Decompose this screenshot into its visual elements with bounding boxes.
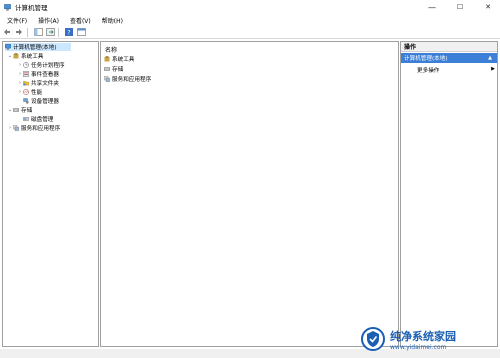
menu-view[interactable]: 查看(V) bbox=[70, 16, 91, 25]
tree-item-label: 性能 bbox=[31, 90, 43, 96]
toolbar-separator bbox=[58, 27, 59, 37]
collapse-up-icon[interactable]: ▲ bbox=[488, 55, 492, 61]
services-icon bbox=[104, 76, 110, 82]
tree-item-storage[interactable]: ⌄ 存储 bbox=[7, 106, 32, 114]
tree-item-label: 任务计划程序 bbox=[31, 63, 65, 69]
tree-item-label: 设备管理器 bbox=[31, 99, 59, 105]
forward-button[interactable] bbox=[14, 27, 24, 37]
actions-header: 操作 bbox=[401, 42, 497, 52]
tree-item-root[interactable]: 计算机管理(本地) bbox=[5, 43, 71, 51]
shared-folder-icon bbox=[23, 81, 29, 86]
console-tree-icon bbox=[33, 28, 43, 36]
tree-item-system-tools[interactable]: ⌄ 系统工具 bbox=[7, 52, 44, 60]
performance-icon bbox=[23, 89, 29, 95]
menu-bar: 文件(F) 操作(A) 查看(V) 帮助(H) bbox=[0, 15, 500, 25]
export-list-button[interactable] bbox=[45, 27, 55, 37]
list-item[interactable]: 系统工具 bbox=[104, 55, 134, 63]
tree-item-label: 系统工具 bbox=[21, 54, 44, 60]
list-item[interactable]: 存储 bbox=[104, 65, 123, 73]
console-tree: 计算机管理(本地) ⌄ 系统工具 › 任务计划程序 › 事件查看器 › 共享文件… bbox=[2, 41, 99, 347]
tree-item-task-scheduler[interactable]: › 任务计划程序 bbox=[17, 61, 65, 69]
tree-item-disk-management[interactable]: 磁盘管理 bbox=[23, 115, 53, 123]
more-actions-item[interactable]: 更多操作 ▶ bbox=[417, 66, 495, 74]
tree-item-label: 磁盘管理 bbox=[31, 117, 54, 123]
list-item-label: 服务和应用程序 bbox=[112, 77, 152, 83]
tree-item-label: 共享文件夹 bbox=[31, 81, 59, 87]
menu-action[interactable]: 操作(A) bbox=[38, 16, 59, 25]
tree-item-services-apps[interactable]: › 服务和应用程序 bbox=[7, 124, 60, 132]
tools-icon bbox=[13, 53, 19, 59]
storage-icon bbox=[104, 67, 110, 71]
watermark-brand: 纯净系统家园 bbox=[390, 329, 456, 343]
list-item[interactable]: 服务和应用程序 bbox=[104, 75, 151, 83]
disk-management-icon bbox=[23, 117, 29, 121]
device-manager-icon bbox=[23, 98, 29, 104]
column-header-name[interactable]: 名称 bbox=[105, 45, 117, 54]
tree-item-label: 服务和应用程序 bbox=[21, 126, 61, 132]
actions-section-label: 计算机管理(本地) bbox=[404, 56, 448, 62]
clock-icon bbox=[23, 62, 29, 68]
tree-item-shared-folders[interactable]: › 共享文件夹 bbox=[17, 79, 59, 87]
computer-management-icon bbox=[5, 44, 11, 50]
svg-text:?: ? bbox=[67, 29, 70, 36]
help-icon: ? bbox=[65, 28, 73, 36]
close-button[interactable]: ✕ bbox=[474, 0, 500, 14]
tree-item-label: 存储 bbox=[21, 108, 33, 114]
show-hide-tree-button[interactable] bbox=[33, 27, 43, 37]
results-pane: 名称 系统工具 存储 服务和应用程序 bbox=[100, 41, 399, 347]
menu-help[interactable]: 帮助(H) bbox=[102, 16, 123, 25]
minimize-button[interactable]: — bbox=[418, 0, 446, 14]
toolbar: ? bbox=[0, 26, 500, 39]
actions-pane: 操作 计算机管理(本地) ▲ 更多操作 ▶ bbox=[400, 41, 498, 347]
watermark-logo-icon bbox=[361, 327, 385, 351]
menu-file[interactable]: 文件(F) bbox=[7, 16, 27, 25]
computer-management-icon bbox=[4, 3, 11, 11]
properties-button[interactable] bbox=[76, 27, 86, 37]
list-item-label: 存储 bbox=[112, 67, 124, 73]
toolbar-separator bbox=[27, 27, 28, 37]
watermark: 纯净系统家园 www.yidaimei.com bbox=[360, 320, 500, 358]
watermark-url: www.yidaimei.com bbox=[390, 343, 447, 351]
tree-item-performance[interactable]: › 性能 bbox=[17, 88, 42, 96]
event-viewer-icon bbox=[23, 71, 29, 77]
submenu-arrow-icon: ▶ bbox=[491, 66, 495, 72]
actions-section-header[interactable]: 计算机管理(本地) ▲ bbox=[401, 53, 497, 63]
tree-item-label: 事件查看器 bbox=[31, 72, 59, 78]
back-arrow-icon bbox=[4, 29, 10, 35]
tree-item-label: 计算机管理(本地) bbox=[13, 45, 57, 51]
forward-arrow-icon bbox=[16, 29, 22, 35]
export-list-icon bbox=[45, 28, 55, 36]
window-title: 计算机管理 bbox=[15, 4, 48, 12]
services-icon bbox=[13, 125, 19, 131]
tree-item-device-manager[interactable]: 设备管理器 bbox=[23, 97, 59, 105]
help-button[interactable]: ? bbox=[64, 27, 74, 37]
list-item-label: 系统工具 bbox=[112, 57, 135, 63]
tree-item-event-viewer[interactable]: › 事件查看器 bbox=[17, 70, 59, 78]
properties-icon bbox=[76, 28, 86, 36]
maximize-button[interactable]: ☐ bbox=[446, 0, 474, 14]
back-button[interactable] bbox=[2, 27, 12, 37]
window: 计算机管理 — ☐ ✕ 文件(F) 操作(A) 查看(V) 帮助(H) ? 计算… bbox=[0, 0, 500, 358]
storage-icon bbox=[13, 108, 19, 112]
tools-icon bbox=[104, 56, 110, 62]
more-actions-label: 更多操作 bbox=[417, 68, 440, 74]
